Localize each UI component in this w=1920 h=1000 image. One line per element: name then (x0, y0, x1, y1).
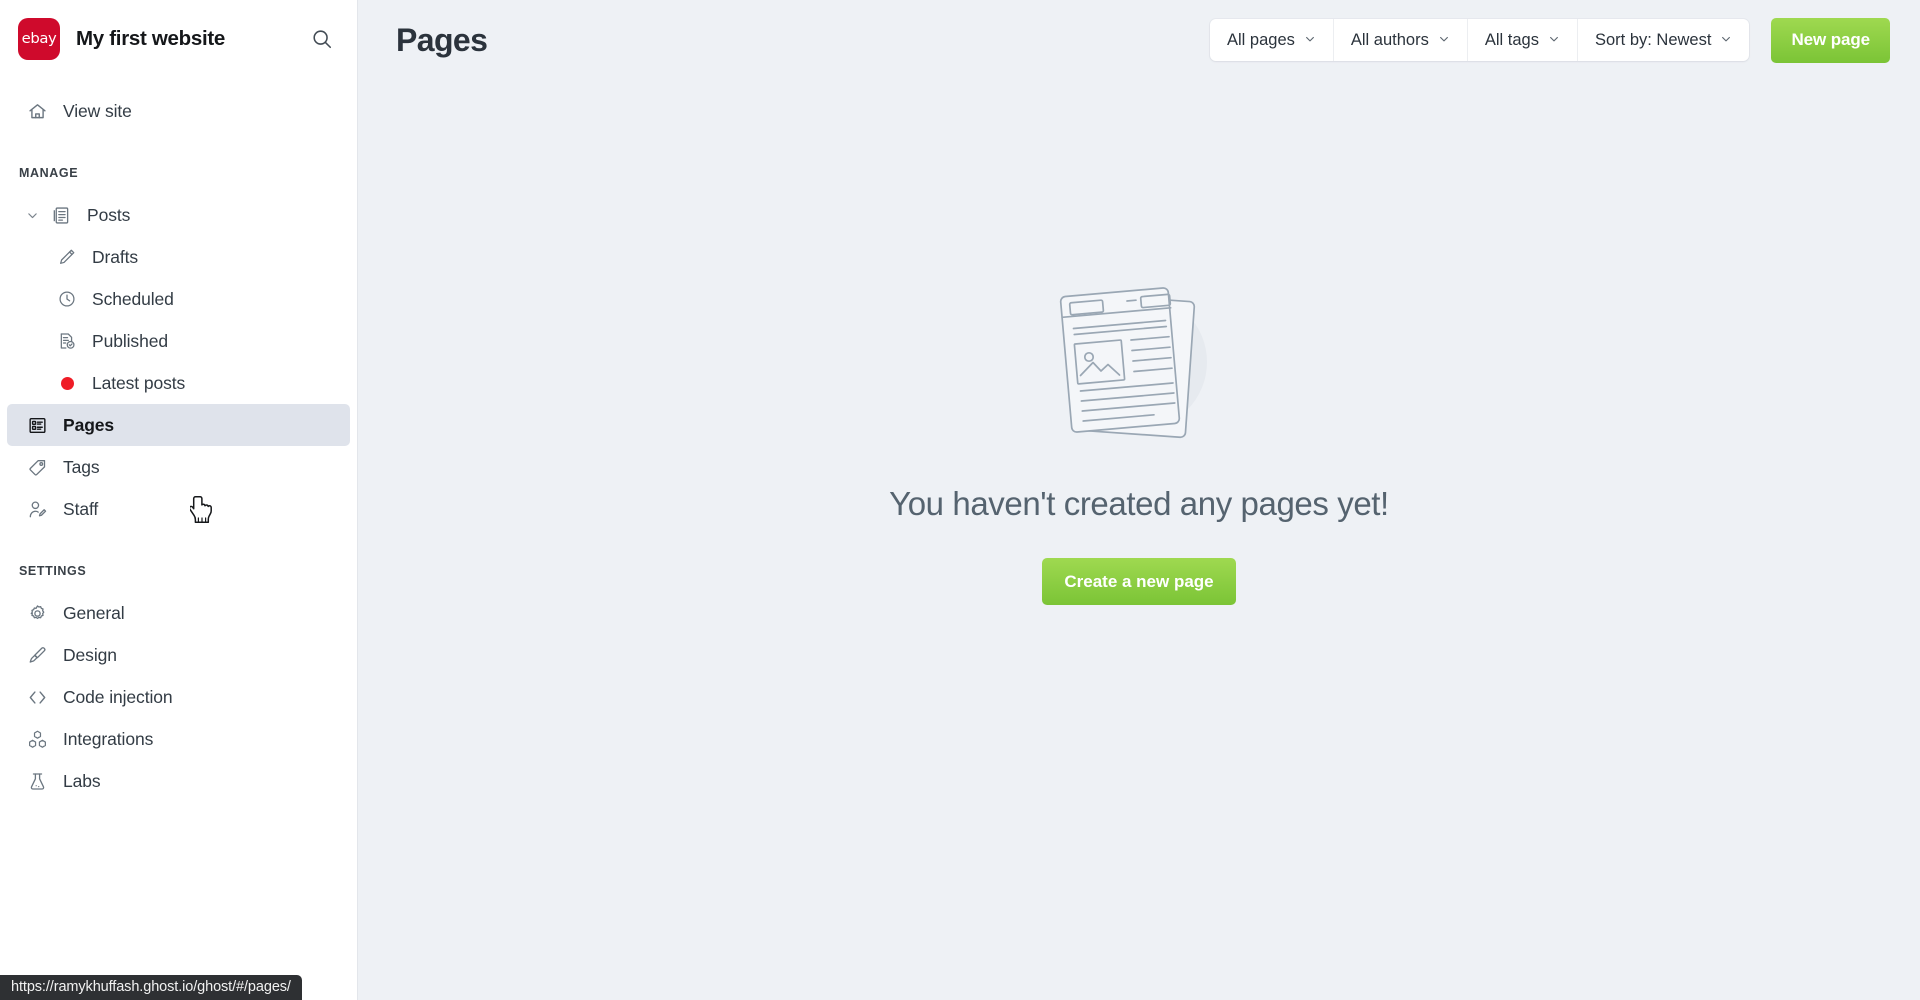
sidebar-item-label: Tags (63, 456, 100, 477)
filter-all-pages[interactable]: All pages (1210, 19, 1334, 61)
page-title: Pages (396, 21, 488, 58)
ghost-admin-app: ebay My first website View site MANAGE P… (0, 0, 1920, 1000)
chevron-down-icon (1548, 31, 1560, 50)
sidebar-item-label: Scheduled (92, 288, 174, 309)
main-header: Pages All pages All authors All tags Sor… (358, 0, 1920, 80)
ebay-logo-text: ebay (21, 31, 57, 47)
sidebar-item-pages[interactable]: Pages (7, 404, 350, 446)
filter-label: Sort by: Newest (1594, 30, 1712, 49)
clock-icon (55, 287, 79, 311)
sidebar-item-integrations[interactable]: Integrations (7, 718, 350, 760)
status-bar-url: https://ramykhuffash.ghost.io/ghost/#/pa… (0, 975, 302, 1000)
sidebar-item-scheduled[interactable]: Scheduled (7, 278, 350, 320)
sidebar-item-label: Integrations (63, 728, 154, 749)
sidebar-item-label: Posts (87, 204, 131, 225)
sidebar-item-label: Published (92, 330, 168, 351)
sidebar-item-label: Pages (63, 414, 115, 435)
filter-label: All pages (1227, 30, 1295, 49)
red-dot-icon (55, 371, 79, 395)
sidebar-item-posts[interactable]: Posts (7, 194, 350, 236)
chevron-down-icon (1438, 31, 1450, 50)
sidebar-item-design[interactable]: Design (7, 634, 350, 676)
posts-icon (49, 203, 73, 227)
filter-all-tags[interactable]: All tags (1468, 19, 1578, 61)
filter-all-authors[interactable]: All authors (1334, 19, 1468, 61)
filter-label: All authors (1350, 30, 1429, 49)
cubes-icon (25, 727, 49, 751)
pencil-icon (55, 245, 79, 269)
header-actions: All pages All authors All tags Sort by: … (1210, 17, 1890, 63)
sidebar-item-labs[interactable]: Labs (7, 760, 350, 802)
sidebar-item-label: Staff (63, 498, 99, 519)
chevron-down-icon[interactable] (25, 208, 39, 222)
new-page-button[interactable]: New page (1771, 17, 1890, 63)
chevron-down-icon (1304, 31, 1316, 50)
sidebar-item-tags[interactable]: Tags (7, 446, 350, 488)
sidebar-item-published[interactable]: Published (7, 320, 350, 362)
filter-group: All pages All authors All tags Sort by: … (1210, 19, 1750, 61)
sidebar-item-label: Latest posts (92, 372, 186, 393)
ebay-logo-icon: ebay (18, 18, 60, 60)
sidebar-item-code-injection[interactable]: Code injection (7, 676, 350, 718)
brand-row[interactable]: ebay My first website (0, 0, 357, 78)
filter-label: All tags (1484, 30, 1539, 49)
sidebar-item-drafts[interactable]: Drafts (7, 236, 350, 278)
sidebar-item-label: Drafts (92, 246, 139, 267)
empty-state: You haven't created any pages yet! Creat… (358, 80, 1920, 1000)
chevron-down-icon (1720, 31, 1732, 50)
empty-state-title: You haven't created any pages yet! (889, 485, 1389, 522)
page-list-illustration-icon (1014, 270, 1264, 455)
sidebar-item-label: Labs (63, 770, 101, 791)
sidebar-item-label: Design (63, 644, 117, 665)
document-check-icon (55, 329, 79, 353)
create-new-page-button[interactable]: Create a new page (1042, 558, 1236, 605)
sidebar-item-staff[interactable]: Staff (7, 488, 350, 530)
paintbrush-icon (25, 643, 49, 667)
code-brackets-icon (25, 685, 49, 709)
sidebar-item-label: General (63, 602, 125, 623)
sidebar-item-general[interactable]: General (7, 592, 350, 634)
flask-icon (25, 769, 49, 793)
sidebar-item-view-site[interactable]: View site (7, 90, 350, 132)
sidebar-item-latest-posts[interactable]: Latest posts (7, 362, 350, 404)
gear-icon (25, 601, 49, 625)
filter-sort-by[interactable]: Sort by: Newest (1578, 19, 1749, 61)
tag-icon (25, 455, 49, 479)
nav-view-site-group: View site (0, 78, 357, 132)
sidebar-item-label: View site (63, 100, 132, 121)
pages-icon (25, 413, 49, 437)
sidebar: ebay My first website View site MANAGE P… (0, 0, 358, 1000)
person-edit-icon (25, 497, 49, 521)
home-icon (25, 99, 49, 123)
main-content: Pages All pages All authors All tags Sor… (358, 0, 1920, 1000)
site-title: My first website (76, 27, 225, 50)
section-title-manage: MANAGE (19, 166, 79, 180)
section-title-settings: SETTINGS (19, 564, 87, 578)
search-icon[interactable] (307, 24, 337, 54)
sidebar-item-label: Code injection (63, 686, 173, 707)
